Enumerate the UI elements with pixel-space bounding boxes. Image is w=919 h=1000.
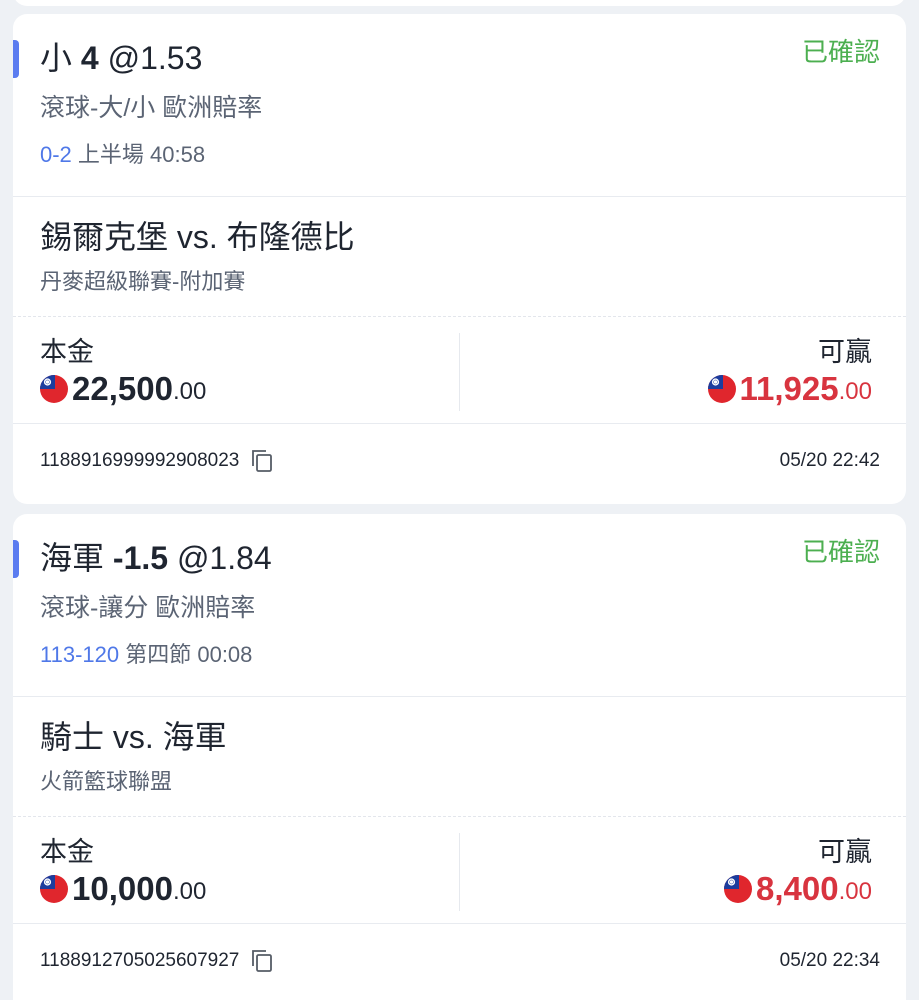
accent-bar	[13, 40, 19, 78]
bet-market: 滾球-讓分 歐洲賠率	[40, 594, 256, 622]
previous-card-edge	[13, 0, 906, 6]
stake-int: 10,000	[72, 870, 173, 907]
live-score: 113-120	[40, 642, 120, 667]
pick-name: 小	[40, 40, 73, 76]
order-id-text: 1188912705025607927	[40, 950, 240, 971]
live-period: 第四節 00:08	[125, 642, 253, 667]
pick-line: 4	[80, 40, 99, 76]
league-name: 丹麥超級聯賽-附加賽	[40, 269, 246, 294]
bet-market: 滾球-大/小 歐洲賠率	[40, 94, 263, 122]
amount-section: 本金 可贏 22,500.00 11,925 .00	[13, 317, 906, 424]
live-score: 0-2	[40, 142, 72, 167]
stake-label: 本金	[40, 337, 94, 367]
divider	[459, 833, 460, 911]
win-int: 11,925	[739, 370, 839, 407]
stake-label: 本金	[40, 837, 94, 867]
bet-time: 05/20 22:34	[779, 950, 880, 971]
live-info: 113-120 第四節 00:08	[40, 640, 252, 670]
match-info: 騎士 vs. 海軍 火箭籃球聯盟	[13, 697, 906, 817]
pick-odds: @1.53	[107, 40, 203, 76]
bet-card[interactable]: 小 4 @1.53 已確認 滾球-大/小 歐洲賠率 0-2 上半場 40:58 …	[13, 14, 906, 504]
bet-header: 海軍 -1.5 @1.84 已確認 滾球-讓分 歐洲賠率 113-120 第四節…	[13, 514, 906, 697]
win-amount: 8,400.00	[724, 869, 872, 909]
win-label: 可贏	[818, 837, 872, 867]
status-badge: 已確認	[801, 37, 880, 67]
league-name: 火箭籃球聯盟	[40, 769, 173, 794]
pick-name: 海軍	[40, 540, 105, 576]
taiwan-flag-icon	[707, 375, 736, 403]
win-dec: .00	[838, 878, 872, 905]
divider	[459, 333, 460, 411]
live-info: 0-2 上半場 40:58	[40, 140, 205, 170]
accent-bar	[13, 540, 19, 578]
order-id: 1188916999992908023	[40, 448, 275, 474]
amount-section: 本金 可贏 10,000.00 8,400 .00	[13, 817, 906, 924]
win-dec: .00	[838, 378, 872, 405]
match-info: 錫爾克堡 vs. 布隆德比 丹麥超級聯賽-附加賽	[13, 197, 906, 317]
match-teams: 騎士 vs. 海軍	[40, 719, 227, 755]
win-int: 8,400	[756, 870, 839, 907]
stake-dec: .00	[172, 878, 207, 905]
stake-amount: 22,500.00	[40, 369, 206, 409]
taiwan-flag-icon	[40, 875, 68, 903]
copy-icon[interactable]	[249, 948, 275, 974]
bet-pick: 海軍 -1.5 @1.84	[40, 538, 272, 578]
bet-time: 05/20 22:42	[779, 450, 880, 471]
status-badge: 已確認	[801, 537, 880, 567]
bet-header: 小 4 @1.53 已確認 滾球-大/小 歐洲賠率 0-2 上半場 40:58	[13, 14, 906, 197]
bet-footer: 1188916999992908023 05/20 22:42	[13, 424, 906, 502]
win-amount: 11,925.00	[707, 369, 872, 409]
bet-footer: 1188912705025607927 05/20 22:34	[13, 924, 906, 1000]
copy-icon[interactable]	[249, 448, 275, 474]
win-label: 可贏	[818, 337, 872, 367]
stake-int: 22,500	[72, 370, 173, 407]
pick-odds: @1.84	[176, 540, 272, 576]
match-teams: 錫爾克堡 vs. 布隆德比	[40, 219, 355, 255]
bet-pick: 小 4 @1.53	[40, 38, 202, 78]
live-period: 上半場 40:58	[77, 142, 206, 167]
order-id-text: 1188916999992908023	[40, 450, 240, 471]
pick-line: -1.5	[112, 540, 169, 576]
stake-amount: 10,000.00	[40, 869, 206, 909]
taiwan-flag-icon	[40, 375, 68, 403]
bet-card[interactable]: 海軍 -1.5 @1.84 已確認 滾球-讓分 歐洲賠率 113-120 第四節…	[13, 514, 906, 1000]
order-id: 1188912705025607927	[40, 948, 275, 974]
stake-dec: .00	[172, 378, 207, 405]
taiwan-flag-icon	[724, 875, 753, 903]
